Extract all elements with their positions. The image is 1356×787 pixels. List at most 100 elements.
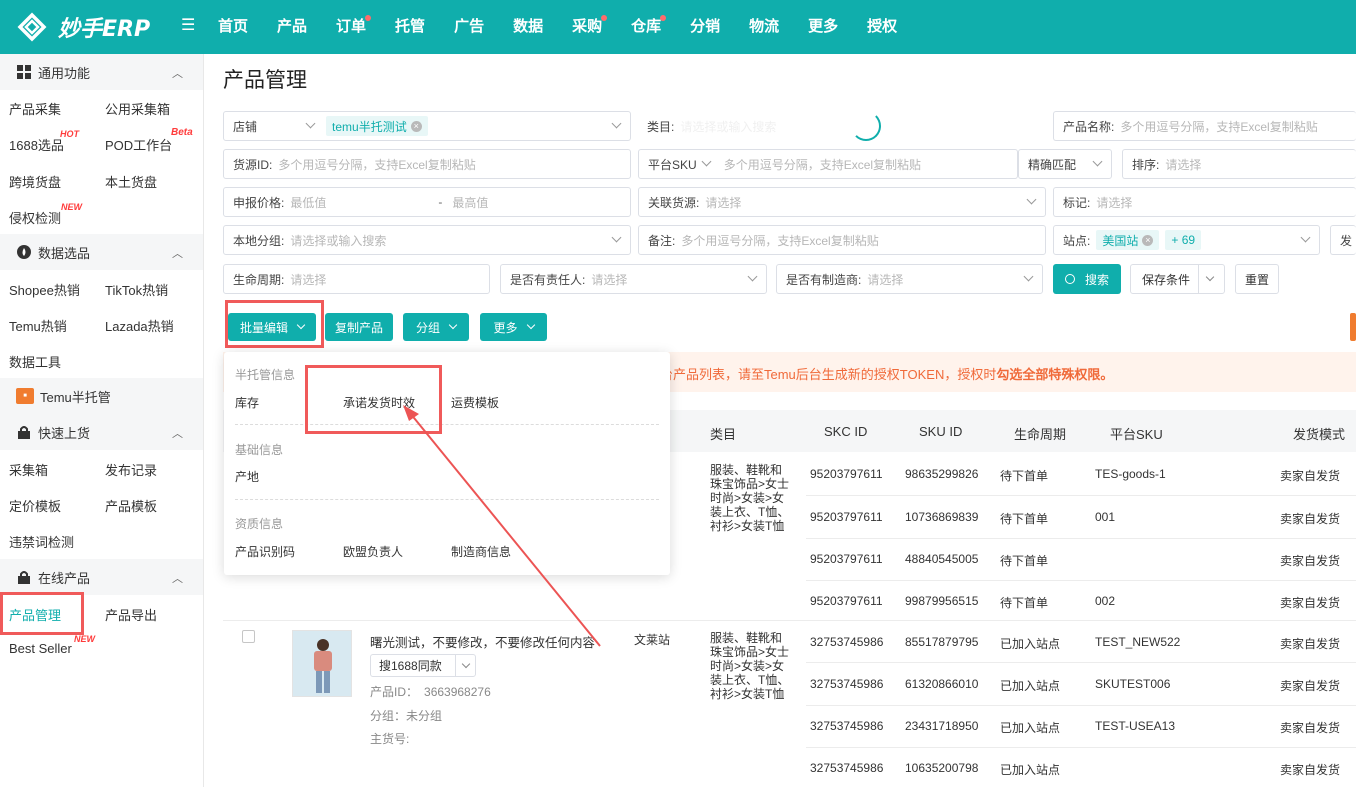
price-min-input[interactable]: 最低值 — [290, 194, 438, 211]
sidebar-item-collect-box[interactable]: 采集箱 — [9, 460, 48, 479]
menu-item-product-identifier[interactable]: 产品识别码 — [235, 543, 295, 560]
sidebar-item-temu-hot[interactable]: Temu热销 — [9, 316, 67, 335]
close-icon[interactable]: × — [1142, 234, 1154, 246]
menu-item-stock[interactable]: 库存 — [235, 394, 259, 411]
dropdown-divider — [235, 499, 659, 500]
sidebar-item-product-collect[interactable]: 产品采集 — [9, 99, 61, 118]
nav-more[interactable]: 更多 — [808, 0, 838, 54]
maker-placeholder: 请选择 — [867, 272, 904, 287]
sidebar-item-banned-word-check[interactable]: 违禁词检测 — [9, 532, 74, 551]
note-input[interactable]: 备注: 多个用逗号分隔，支持Excel复制粘贴 — [638, 225, 1046, 255]
exact-match-select[interactable]: 精确匹配 — [1018, 149, 1112, 179]
col-ship-mode: 发货模式 — [1293, 427, 1346, 442]
source-placeholder: 多个用逗号分隔，支持Excel复制粘贴 — [278, 157, 476, 172]
product-title[interactable]: 曙光测试，不要修改，不要修改任何内容 — [370, 632, 595, 651]
side-tab[interactable] — [1350, 313, 1356, 341]
nav-purchase[interactable]: 采购 — [572, 0, 608, 54]
sidebar-item-shopee-hot[interactable]: Shopee热销 — [9, 280, 80, 299]
menu-item-manufacturer-info[interactable]: 制造商信息 — [451, 543, 511, 560]
mark-select[interactable]: 标记: 请选择 — [1053, 187, 1356, 217]
product-name-input[interactable]: 产品名称: 多个用逗号分隔，支持Excel复制粘贴 — [1053, 111, 1356, 141]
manufacturer-select[interactable]: 是否有制造商: 请选择 — [776, 264, 1043, 294]
close-icon[interactable]: × — [410, 120, 422, 132]
notice-text: 台产品列表，请至Temu后台生成新的授权TOKEN，授权时勾选全部特殊权限。 — [660, 364, 1113, 383]
nav-hosting[interactable]: 托管 — [395, 0, 425, 54]
chevron-down-icon[interactable] — [461, 659, 471, 669]
product-id: 产品ID： 3663968276 — [370, 683, 491, 700]
main-sku-no: 主货号: — [370, 732, 410, 746]
save-conditions-button[interactable]: 保存条件 — [1130, 264, 1225, 294]
row-divider — [223, 620, 1356, 621]
menu-item-origin[interactable]: 产地 — [235, 468, 259, 485]
sidebar-section-online-products[interactable]: 在线产品 ︿ — [0, 559, 203, 595]
site-more-tag[interactable]: + 69 — [1165, 230, 1202, 250]
product-thumbnail[interactable] — [292, 630, 352, 697]
sidebar-item-crossborder-goods[interactable]: 跨境货盘 — [9, 172, 61, 191]
declared-price-range[interactable]: 申报价格: 最低值 - 最高值 — [223, 187, 631, 217]
row-divider — [806, 662, 1356, 663]
chevron-down-icon — [611, 118, 622, 129]
source-id-input[interactable]: 货源ID: 多个用逗号分隔，支持Excel复制粘贴 — [223, 149, 631, 179]
menu-item-eu-representative[interactable]: 欧盟负责人 — [343, 543, 403, 560]
app-logo[interactable]: 妙手ERP — [12, 10, 150, 44]
sidebar-section-general[interactable]: 通用功能 ︿ — [0, 54, 203, 90]
nav-order-label: 订单 — [336, 18, 367, 35]
more-button[interactable]: 更多 — [480, 313, 547, 341]
sidebar-item-pod-workbench[interactable]: POD工作台 — [105, 135, 172, 154]
search-1688-button[interactable]: 搜1688同款 — [370, 654, 476, 677]
row-checkbox[interactable] — [242, 630, 255, 643]
local-group-select[interactable]: 本地分组: 请选择或输入搜索 — [223, 225, 631, 255]
sidebar-item-local-goods[interactable]: 本土货盘 — [105, 172, 157, 191]
menu-item-shipping-template[interactable]: 运费模板 — [451, 394, 499, 411]
menu-toggle-icon[interactable]: ☰ — [181, 18, 197, 34]
site-select[interactable]: 站点: 美国站 × + 69 — [1053, 225, 1320, 255]
chevron-up-icon: ︿ — [172, 248, 183, 260]
sidebar-item-tiktok-hot[interactable]: TikTok热销 — [105, 280, 168, 299]
skc-id: 95203797611 — [810, 594, 883, 608]
reset-button[interactable]: 重置 — [1235, 264, 1279, 294]
sidebar-item-1688-selection[interactable]: 1688选品 — [9, 135, 64, 154]
nav-warehouse[interactable]: 仓库 — [631, 0, 667, 54]
nav-distribution[interactable]: 分销 — [690, 0, 720, 54]
price-max-input[interactable]: 最高值 — [452, 194, 488, 211]
sku-id: 99879956515 — [905, 594, 979, 608]
sidebar-item-product-template[interactable]: 产品模板 — [105, 496, 157, 515]
sidebar-item-infringement-check[interactable]: 侵权检测 — [9, 208, 61, 227]
platform-sku: TEST_NEW522 — [1095, 635, 1181, 649]
sidebar-item-pricing-template[interactable]: 定价模板 — [9, 496, 61, 515]
ship-mode: 卖家自发货 — [1280, 679, 1341, 693]
sidebar-section-quick-upload[interactable]: 快速上货 ︿ — [0, 414, 203, 450]
group-button[interactable]: 分组 — [403, 313, 469, 341]
sort-select[interactable]: 排序: 请选择 — [1122, 149, 1356, 179]
search-button[interactable]: 搜索 — [1053, 264, 1121, 294]
sidebar-item-public-collect-box[interactable]: 公用采集箱 — [105, 99, 170, 118]
nav-home[interactable]: 首页 — [218, 0, 248, 54]
product-id-value: 3663968276 — [424, 685, 491, 699]
store-select[interactable]: 店铺 temu半托测试 × — [223, 111, 631, 141]
copy-product-button[interactable]: 复制产品 — [325, 313, 393, 341]
sidebar-section-temu-semi[interactable]: ■ Temu半托管 — [0, 378, 203, 414]
owner-select[interactable]: 是否有责任人: 请选择 — [500, 264, 767, 294]
new-badge: NEW — [74, 634, 95, 644]
sidebar-item-publish-log[interactable]: 发布记录 — [105, 460, 157, 479]
sidebar-item-data-tools[interactable]: 数据工具 — [9, 352, 61, 371]
nav-ads[interactable]: 广告 — [454, 0, 484, 54]
nav-data[interactable]: 数据 — [513, 0, 543, 54]
ship-mode: 卖家自发货 — [1280, 512, 1341, 526]
related-source-select[interactable]: 关联货源: 请选择 — [638, 187, 1046, 217]
category-select[interactable]: 类目: 请选择或输入搜索 — [638, 111, 1046, 141]
lifecycle-select[interactable]: 生命周期: 请选择 — [223, 264, 490, 294]
nav-logistics[interactable]: 物流 — [749, 0, 779, 54]
sidebar-item-product-export[interactable]: 产品导出 — [105, 605, 157, 624]
platform-sku-input[interactable]: 平台SKU 多个用逗号分隔，支持Excel复制粘贴 — [638, 149, 1018, 179]
sidebar-section-data[interactable]: 数据选品 ︿ — [0, 234, 203, 270]
sidebar-item-lazada-hot[interactable]: Lazada热销 — [105, 316, 174, 335]
nav-product[interactable]: 产品 — [277, 0, 307, 54]
ship-mode-select[interactable]: 发 — [1330, 225, 1356, 255]
nav-auth[interactable]: 授权 — [867, 0, 897, 54]
note-label: 备注: — [648, 233, 676, 248]
category-path: 服装、鞋靴和珠宝饰品>女士时尚>女装>女装上衣、T恤、衬衫>女装T恤 — [710, 631, 790, 701]
sidebar-item-best-seller[interactable]: Best Seller — [9, 641, 72, 656]
chevron-down-icon[interactable] — [1205, 272, 1215, 282]
nav-order[interactable]: 订单 — [336, 0, 372, 54]
